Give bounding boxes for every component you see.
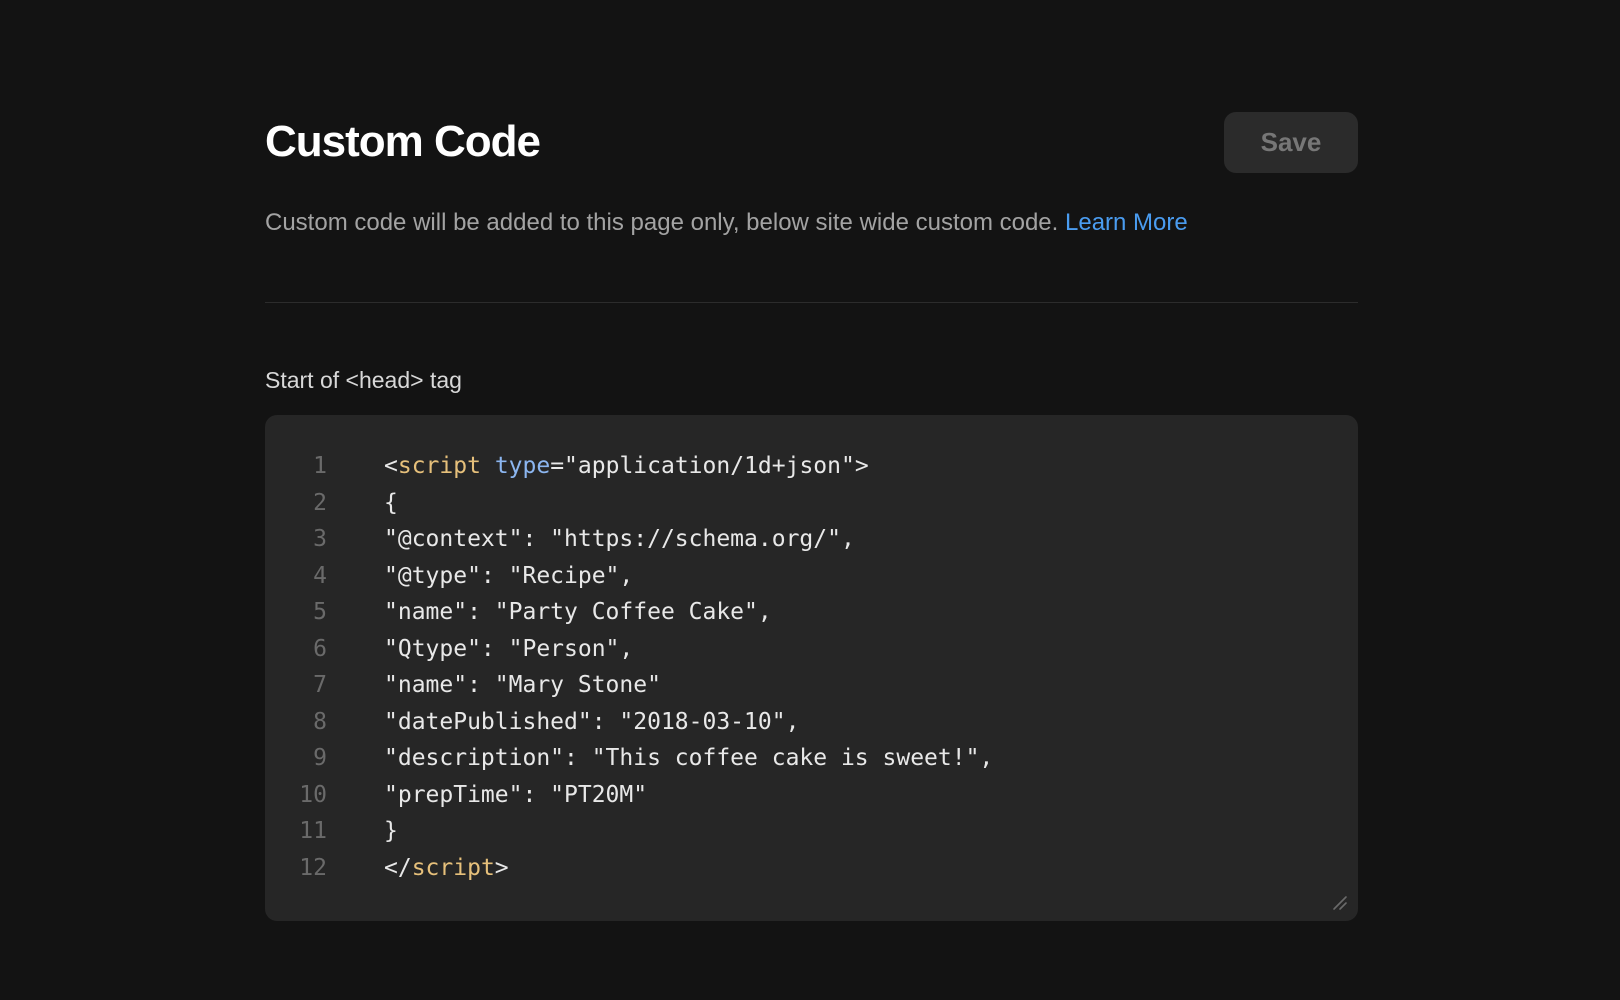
code-line[interactable]: 10 "prepTime": "PT20M" [265, 777, 1358, 814]
code-text[interactable]: "Qtype": "Person", [384, 636, 633, 662]
code-token: } [384, 818, 398, 845]
code-editor[interactable]: 1 <script type="application/1d+json"> 2{3 "… [265, 415, 1358, 921]
line-number: 11 [299, 818, 327, 845]
code-line[interactable]: 9 "description": "This coffee cake is swe… [265, 740, 1358, 777]
code-text[interactable]: "@type": "Recipe", [384, 563, 633, 589]
code-token: "Qtype": "Person", [384, 635, 634, 662]
head-tag-section-label: Start of <head> tag [265, 367, 462, 393]
code-text[interactable]: "description": "This coffee cake is swee… [384, 745, 993, 771]
line-number: 9 [313, 745, 327, 772]
code-token: { [384, 489, 398, 516]
code-line[interactable]: 1 <script type="application/1d+json"> [265, 448, 1358, 485]
code-token: "prepTime": "PT20M" [384, 781, 648, 808]
learn-more-link[interactable]: Learn More [1065, 209, 1188, 236]
line-number: 6 [313, 635, 327, 662]
resize-handle-icon[interactable] [1330, 893, 1348, 911]
custom-code-page: Custom Code Save Custom code will be add… [0, 0, 1620, 1000]
code-token: ="application/1d+json"> [550, 453, 869, 480]
code-line[interactable]: 11} [265, 813, 1358, 850]
code-token: "name": "Mary Stone" [384, 672, 661, 699]
code-token: < [384, 453, 398, 480]
code-text[interactable]: "@context": "https://schema.org/", [384, 526, 855, 552]
line-number: 1 [313, 453, 327, 480]
code-lines[interactable]: 1 <script type="application/1d+json"> 2{3 "… [265, 448, 1358, 886]
save-button[interactable]: Save [1224, 112, 1358, 173]
code-line[interactable]: 3 "@context": "https://schema.org/", [265, 521, 1358, 558]
page-title: Custom Code [265, 117, 541, 166]
line-number: 3 [313, 526, 327, 553]
divider [265, 302, 1358, 303]
code-text[interactable]: } [384, 818, 398, 844]
code-tag-token: script [397, 453, 481, 480]
code-text[interactable]: <script type="application/1d+json"> [384, 453, 869, 479]
code-line[interactable]: 2{ [265, 485, 1358, 522]
code-text[interactable]: { [384, 490, 398, 516]
line-number: 10 [299, 781, 327, 808]
code-token: "name": "Party Coffee Cake", [384, 599, 772, 626]
code-tag-token: script [411, 854, 495, 881]
line-number: 4 [313, 562, 327, 589]
code-token: </ [384, 854, 412, 881]
code-line[interactable]: 4 "@type": "Recipe", [265, 558, 1358, 595]
description: Custom code will be added to this page o… [265, 207, 1188, 239]
code-attr-token: type [494, 453, 551, 480]
line-number: 2 [313, 489, 327, 516]
code-token: > [494, 854, 509, 881]
code-token: "description": "This coffee cake is swee… [384, 745, 994, 772]
code-token: "@context": "https://schema.org/", [384, 526, 855, 553]
line-number: 7 [313, 672, 327, 699]
code-line[interactable]: 7 "name": "Mary Stone" [265, 667, 1358, 704]
line-number: 5 [313, 599, 327, 626]
line-number: 8 [313, 708, 327, 735]
code-line[interactable]: 6 "Qtype": "Person", [265, 631, 1358, 668]
code-text[interactable]: "name": "Party Coffee Cake", [384, 599, 772, 625]
code-text[interactable]: "prepTime": "PT20M" [384, 782, 647, 808]
description-text: Custom code will be added to this page o… [265, 209, 1065, 236]
line-number: 12 [299, 854, 327, 881]
code-token: "datePublished": "2018-03-10", [384, 708, 800, 735]
code-token: "@type": "Recipe", [384, 562, 634, 589]
code-text[interactable]: "name": "Mary Stone" [384, 672, 661, 698]
code-line[interactable]: 5 "name": "Party Coffee Cake", [265, 594, 1358, 631]
code-text[interactable]: "datePublished": "2018-03-10", [384, 709, 799, 735]
code-text[interactable]: </script> [384, 855, 509, 881]
code-line[interactable]: 12 </script> [265, 850, 1358, 887]
code-line[interactable]: 8 "datePublished": "2018-03-10", [265, 704, 1358, 741]
